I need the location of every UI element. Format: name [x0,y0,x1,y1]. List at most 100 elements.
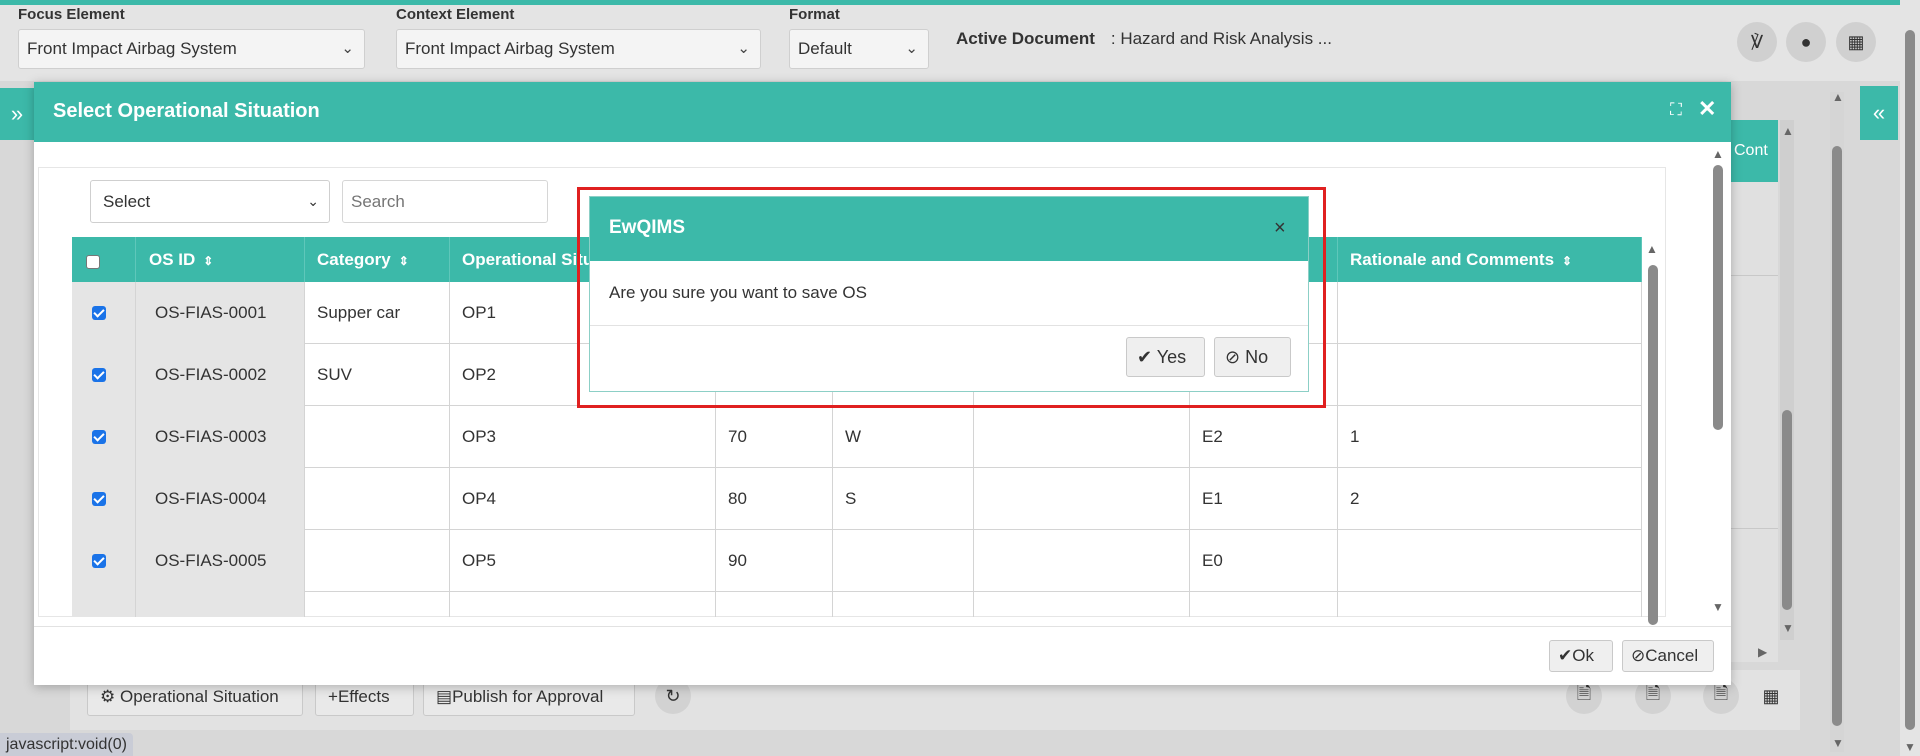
modal-header: Select Operational Situation ⛶ ✕ [34,82,1731,142]
format-label: Format [789,6,840,23]
dialog-header: EwQIMS × [590,197,1308,261]
table-row[interactable]: OS-FIAS-0003 OP3 70 W E2 1 [72,406,1642,468]
scroll-down-icon[interactable]: ▼ [1782,621,1794,635]
chart-icon[interactable]: ▦ [1836,22,1876,62]
no-button[interactable]: ⊘ No [1214,337,1291,377]
modal-footer [34,626,1731,686]
column-label: Category [317,250,391,269]
cell-c5 [833,530,974,592]
cell-category: Supper car [305,282,450,344]
scroll-up-icon[interactable]: ▲ [1646,242,1658,256]
row-select-cell [72,592,136,617]
cell-op: OP3 [450,406,716,468]
background-scrollbar[interactable] [1780,120,1794,640]
row-checkbox[interactable] [92,368,106,382]
yes-button[interactable]: ✔ Yes [1126,337,1205,377]
cell-os-id: OS-FIAS-0001 [136,282,305,344]
ban-icon: ⊘ [1225,347,1241,367]
no-label: No [1245,347,1269,367]
cell-rationale: 2 [1338,468,1642,530]
cell-os-id: OS-FIAS-0005 [136,530,305,592]
sort-icon[interactable]: ⇕ [203,254,213,268]
cell-c5: W [833,406,974,468]
scroll-up-icon[interactable]: ▲ [1832,90,1844,104]
table-row[interactable]: OS-FIAS-0005 OP5 90 E0 [72,530,1642,592]
column-label: OS ID [149,250,196,269]
scroll-thumb[interactable] [1648,265,1658,625]
format-select[interactable]: Default ⌄ [789,29,929,69]
cell-category [305,406,450,468]
scroll-thumb[interactable] [1905,30,1915,730]
cell-rationale [1338,344,1642,406]
table-icon[interactable]: ▦ [1753,678,1789,714]
column-header-category[interactable]: Category ⇕ [305,237,450,282]
cell-c5 [833,592,974,617]
chevron-down-icon: ⌄ [341,40,354,57]
close-icon[interactable]: ✕ [1698,96,1716,122]
sort-icon[interactable]: ⇕ [1562,254,1572,268]
cell-c4: 90 [716,530,833,592]
ok-label: Ok [1572,646,1594,665]
select-all-checkbox[interactable] [86,255,100,269]
context-element-label: Context Element [396,6,515,23]
scroll-thumb[interactable] [1782,410,1792,610]
vine-icon[interactable]: ℣ [1737,22,1777,62]
scroll-thumb[interactable] [1832,146,1842,726]
expand-icon[interactable]: ⛶ [1670,100,1682,120]
scroll-right-icon[interactable]: ▶ [1758,645,1767,659]
window-scrollbar[interactable] [1900,0,1920,756]
column-header-rationale[interactable]: Rationale and Comments ⇕ [1338,237,1642,282]
search-input[interactable] [342,180,548,223]
table-scrollbar[interactable] [1647,237,1659,625]
cell-rationale [1338,530,1642,592]
operational-situation-label: Operational Situation [119,687,279,706]
cancel-label: Cancel [1645,646,1699,665]
cell-c4 [716,592,833,617]
plus-icon: + [328,687,338,706]
cell-rationale [1338,282,1642,344]
cell-rationale: 1 [1338,406,1642,468]
table-row[interactable]: OS-FIAS-0004 OP4 80 S E1 2 [72,468,1642,530]
cell-category [305,592,450,617]
cell-os-id: OS-FIAS-0004 [136,468,305,530]
cell-c6 [974,406,1190,468]
chevron-down-icon: ⌄ [307,193,319,209]
scroll-thumb[interactable] [1713,165,1723,430]
format-value: Default [798,39,852,58]
cell-c6 [974,530,1190,592]
page-scrollbar[interactable] [1830,92,1844,752]
cell-category [305,530,450,592]
sort-icon[interactable]: ⇕ [399,254,409,268]
filter-select[interactable]: Select ⌄ [90,180,330,223]
cell-os-id: OS-FIAS-0003 [136,406,305,468]
collapse-right-icon[interactable]: « [1860,86,1898,140]
chevron-down-icon: ⌄ [737,40,750,57]
modal-scrollbar[interactable] [1712,145,1724,615]
column-header-os-id[interactable]: OS ID ⇕ [136,237,305,282]
context-element-select[interactable]: Front Impact Airbag System ⌄ [396,29,761,69]
row-checkbox[interactable] [92,554,106,568]
ok-button[interactable]: ✔Ok [1549,640,1613,672]
scroll-down-icon[interactable]: ▼ [1904,740,1916,754]
scroll-up-icon[interactable]: ▲ [1712,147,1724,161]
dialog-title: EwQIMS [609,217,686,238]
cell-c5: S [833,468,974,530]
close-icon[interactable]: × [1274,217,1286,240]
row-checkbox[interactable] [92,306,106,320]
scroll-up-icon[interactable]: ▲ [1782,124,1794,138]
row-checkbox[interactable] [92,492,106,506]
cancel-button[interactable]: ⊘Cancel [1622,640,1714,672]
row-checkbox[interactable] [92,430,106,444]
cell-category: SUV [305,344,450,406]
top-toolbar: Focus Element Front Impact Airbag System… [0,5,1920,81]
focus-element-label: Focus Element [18,6,125,23]
scroll-down-icon[interactable]: ▼ [1712,600,1724,614]
cell-os-id [136,592,305,617]
cell-op: OP4 [450,468,716,530]
cell-c7: E2 [1190,406,1338,468]
drop-icon[interactable]: ● [1786,22,1826,62]
focus-element-select[interactable]: Front Impact Airbag System ⌄ [18,29,365,69]
scroll-down-icon[interactable]: ▼ [1832,736,1844,750]
table-row[interactable] [72,592,1642,617]
expand-left-icon[interactable]: » [0,88,34,140]
